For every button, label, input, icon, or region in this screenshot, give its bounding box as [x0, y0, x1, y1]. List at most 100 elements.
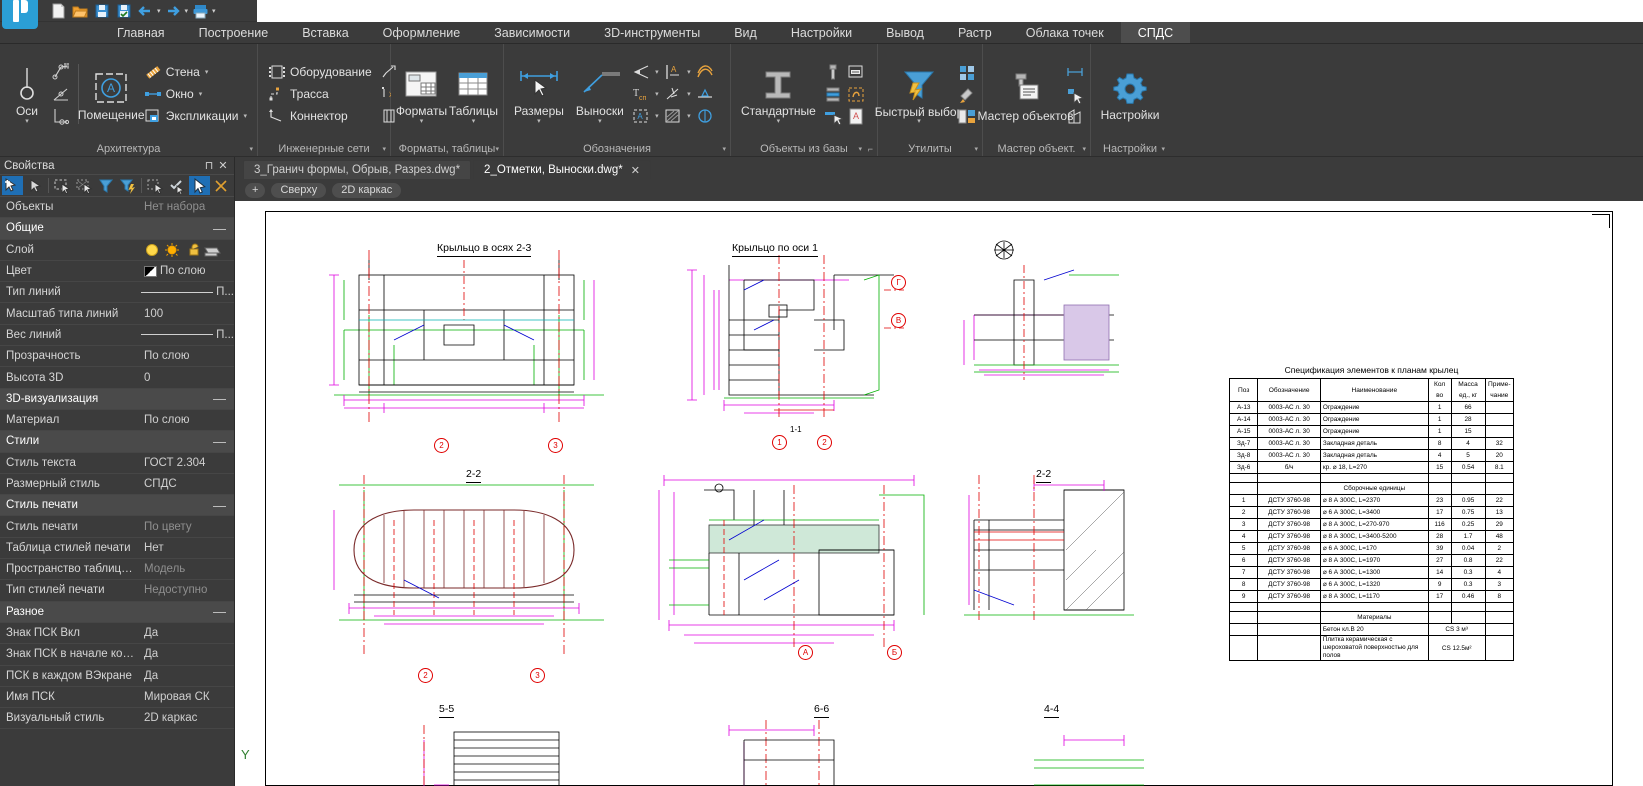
axis-angle-icon[interactable]	[50, 84, 72, 105]
quick-select-button[interactable]: Быстрый выбор ▾	[875, 63, 963, 126]
ribbon-tab-nastroyki[interactable]: Настройки	[774, 22, 869, 43]
property-value[interactable]: По слою	[140, 414, 234, 426]
standard-parts-caret[interactable]: ▾	[777, 118, 781, 126]
properties-row-21[interactable]: Знак ПСК в начале коор... Да	[0, 644, 234, 666]
property-value[interactable]: 0	[140, 372, 234, 384]
undo-dropdown-caret[interactable]: ▾	[157, 7, 161, 15]
ribbon-tab-vstavka[interactable]: Вставка	[285, 22, 365, 43]
ribbon-tab-spds[interactable]: СПДС	[1120, 22, 1191, 43]
drawing-canvas[interactable]: Y Крыльцо в осях 2-3 Крыльцо по оси 1 2-…	[235, 201, 1643, 786]
window-dropdown-caret[interactable]: ▾	[199, 90, 203, 98]
wizard-group-caret[interactable]: ▾	[1082, 145, 1086, 153]
level-mark-icon[interactable]	[694, 84, 716, 105]
clear-select-icon[interactable]	[211, 176, 232, 195]
properties-section-1[interactable]: Общие —	[0, 218, 234, 240]
property-value[interactable]: П...	[137, 286, 234, 298]
quick-select-caret[interactable]: ▾	[917, 118, 921, 126]
node-mark-icon[interactable]	[662, 84, 684, 105]
pin-icon[interactable]: ⊓	[202, 159, 216, 172]
designations-group-caret[interactable]: ▾	[722, 145, 726, 153]
properties-section-19[interactable]: Разное —	[0, 601, 234, 623]
properties-section-14[interactable]: Стиль печати —	[0, 495, 234, 517]
weld-mark-icon[interactable]	[694, 62, 716, 83]
angle-mark-caret[interactable]: ▾	[653, 68, 661, 76]
property-value[interactable]: П...	[137, 329, 234, 341]
properties-row-5[interactable]: Масштаб типа линий 100	[0, 303, 234, 325]
properties-row-7[interactable]: Прозрачность По слою	[0, 346, 234, 368]
settings-group-caret[interactable]: ▾	[1161, 145, 1165, 153]
fastener-pick-icon[interactable]	[822, 106, 844, 127]
param-pick-icon[interactable]	[1064, 84, 1086, 105]
ribbon-tab-vyvod[interactable]: Вывод	[869, 22, 941, 43]
add-viewport-button[interactable]: +	[245, 182, 266, 198]
marker-block-icon[interactable]: A	[630, 106, 652, 127]
axes-dropdown-caret[interactable]: ▾	[25, 118, 29, 126]
connector-button[interactable]: Коннектор	[265, 106, 375, 126]
close-icon[interactable]: ✕	[216, 159, 230, 172]
ribbon-tab-rastr[interactable]: Растр	[941, 22, 1009, 43]
properties-row-3[interactable]: Цвет По слою	[0, 261, 234, 283]
check-select-icon[interactable]	[167, 176, 188, 195]
hatch-mark-caret[interactable]: ▾	[685, 112, 693, 120]
properties-row-22[interactable]: ПСК в каждом ВЭкране Да	[0, 666, 234, 687]
angle-mark-icon[interactable]	[630, 62, 652, 83]
utilities-group-caret[interactable]: ▾	[974, 145, 978, 153]
property-value[interactable]: По слою	[140, 350, 234, 362]
ribbon-tab-postroenie[interactable]: Построение	[182, 22, 286, 43]
param-shape-icon[interactable]	[1064, 106, 1086, 127]
redo-dropdown-caret[interactable]: ▾	[185, 7, 189, 15]
properties-row-15[interactable]: Стиль печати По цвету	[0, 516, 234, 538]
marker-block-caret[interactable]: ▾	[653, 112, 661, 120]
tables-button[interactable]: Таблицы ▾	[448, 62, 499, 126]
property-value[interactable]: Недоступно	[140, 584, 234, 596]
networks-group-caret[interactable]: ▾	[382, 145, 386, 153]
wall-dropdown-caret[interactable]: ▾	[205, 68, 209, 76]
bolt-icon[interactable]	[822, 62, 844, 83]
leaders-button[interactable]: Выноски ▾	[570, 62, 630, 126]
properties-section-11[interactable]: Стили —	[0, 431, 234, 453]
report-icon[interactable]: A	[845, 106, 867, 127]
object-manager-icon[interactable]	[956, 106, 978, 127]
ribbon-tab-3d-instrumenty[interactable]: 3D-инструменты	[587, 22, 717, 43]
ribbon-tab-oformlenie[interactable]: Оформление	[366, 22, 478, 43]
collapse-icon[interactable]: —	[213, 604, 226, 619]
dimensions-dropdown-caret[interactable]: ▾	[537, 118, 541, 126]
equipment-button[interactable]: Оборудование	[265, 62, 375, 82]
param-dim-icon[interactable]	[1064, 62, 1086, 83]
formats-dropdown-caret[interactable]: ▾	[420, 118, 424, 126]
collapse-icon[interactable]: —	[213, 391, 226, 406]
axes-button[interactable]: Оси ▾	[4, 62, 50, 126]
pick-select-icon[interactable]	[189, 176, 211, 195]
section-mark-icon[interactable]	[694, 106, 716, 127]
property-value[interactable]: ГОСТ 2.304	[140, 457, 234, 469]
elevation-mark-icon[interactable]: Tсп	[630, 84, 652, 105]
properties-row-20[interactable]: Знак ПСК Вкл Да	[0, 623, 234, 645]
db-objects-group-caret[interactable]: ▾	[858, 145, 862, 153]
window-select-icon[interactable]	[52, 176, 73, 195]
dimensions-button[interactable]: Размеры ▾	[508, 62, 570, 126]
properties-row-10[interactable]: Материал По слою	[0, 410, 234, 432]
property-value[interactable]	[140, 242, 234, 258]
ribbon-tab-vid[interactable]: Вид	[717, 22, 774, 43]
room-button[interactable]: A Помещение	[78, 66, 145, 122]
qat-overflow-caret[interactable]: ▾	[212, 7, 216, 15]
property-value[interactable]: Модель	[140, 563, 234, 575]
collapse-icon[interactable]: —	[213, 221, 226, 236]
visual-style-chip[interactable]: 2D каркас	[332, 182, 402, 198]
property-value[interactable]: Да	[140, 627, 234, 639]
properties-section-9[interactable]: 3D-визуализация —	[0, 388, 234, 410]
view-direction-chip[interactable]: Сверху	[271, 182, 327, 198]
property-value[interactable]: По слою	[140, 265, 234, 277]
explication-dropdown-caret[interactable]: ▾	[243, 112, 247, 120]
document-tab-1[interactable]: 3_Гранич формы, Обрыв, Разрез.dwg*	[243, 160, 472, 179]
ribbon-tab-oblaka-tochek[interactable]: Облака точек	[1009, 22, 1121, 43]
name-tag-icon[interactable]	[845, 62, 867, 83]
property-value[interactable]: По цвету	[140, 521, 234, 533]
architecture-group-caret[interactable]: ▾	[249, 145, 253, 153]
properties-row-17[interactable]: Пространство таблицы с... Модель	[0, 559, 234, 581]
open-file-icon[interactable]	[70, 1, 89, 20]
property-value[interactable]: Нет набора	[140, 201, 234, 213]
property-value[interactable]: Мировая СК	[140, 691, 234, 703]
property-value[interactable]: Нет	[140, 542, 234, 554]
properties-row-0[interactable]: Объекты Нет набора	[0, 197, 234, 219]
